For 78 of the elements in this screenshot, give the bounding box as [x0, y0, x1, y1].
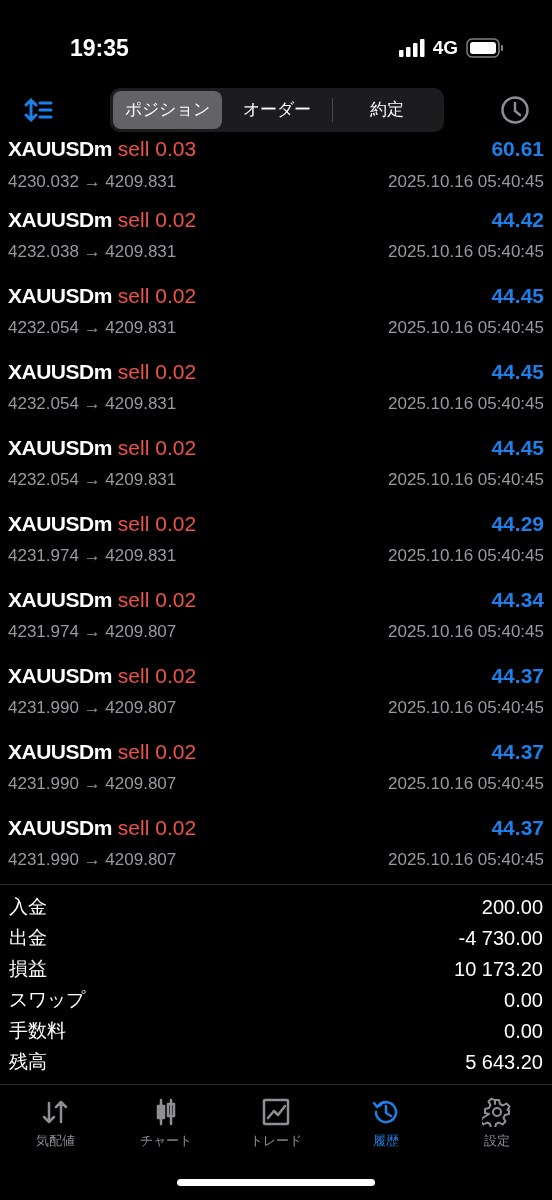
symbol-label: XAUUSDm: [8, 586, 112, 613]
summary-value: 5 643.20: [465, 1050, 543, 1075]
tab-bar-item[interactable]: 設定: [446, 1097, 547, 1151]
deal-time: 2025.10.16 05:40:45: [388, 393, 544, 415]
price-range: 4232.054 → 4209.831: [8, 469, 177, 491]
deal-time: 2025.10.16 05:40:45: [388, 469, 544, 491]
profit-value: 44.29: [491, 510, 544, 537]
symbol-label: XAUUSDm: [8, 206, 112, 233]
price-range: 4232.054 → 4209.831: [8, 317, 177, 339]
symbol-label: XAUUSDm: [8, 510, 112, 537]
deal-time: 2025.10.16 05:40:45: [388, 545, 544, 567]
sort-icon[interactable]: [24, 98, 54, 122]
trade-side: sell 0.02: [117, 206, 197, 233]
battery-icon: [466, 38, 504, 58]
segment-tab[interactable]: ポジション: [113, 91, 223, 129]
profit-value: 44.42: [491, 206, 544, 233]
trade-side: sell 0.02: [117, 662, 197, 689]
summary-label: 入金: [9, 894, 47, 919]
price-range: 4231.974 → 4209.831: [8, 545, 177, 567]
price-range: 4232.038 → 4209.831: [8, 241, 177, 263]
tab-bar-item[interactable]: 気配値: [5, 1097, 106, 1151]
summary-label: スワップ: [9, 987, 85, 1012]
summary-label: 手数料: [9, 1018, 66, 1043]
tab-bar-item[interactable]: トレード: [225, 1097, 326, 1151]
trade-side: sell 0.03: [117, 136, 197, 162]
segment-tab[interactable]: 約定: [332, 91, 441, 129]
deal-time: 2025.10.16 05:40:45: [388, 697, 544, 719]
summary-value: -4 730.00: [458, 926, 543, 951]
symbol-label: XAUUSDm: [8, 662, 112, 689]
price-range: 4230.032 → 4209.831: [8, 170, 177, 193]
trade-side: sell 0.02: [117, 738, 197, 765]
trade-side: sell 0.02: [117, 282, 197, 309]
deal-time: 2025.10.16 05:40:45: [388, 170, 544, 193]
trade-side: sell 0.02: [117, 358, 197, 385]
profit-value: 60.61: [491, 136, 544, 162]
profit-value: 44.37: [491, 662, 544, 689]
profit-value: 44.45: [491, 358, 544, 385]
symbol-label: XAUUSDm: [8, 434, 112, 461]
price-range: 4232.054 → 4209.831: [8, 393, 177, 415]
gear-icon: [481, 1097, 512, 1127]
summary-label: 出金: [9, 925, 47, 950]
profit-value: 44.37: [491, 738, 544, 765]
price-range: 4231.990 → 4209.807: [8, 849, 177, 871]
symbol-label: XAUUSDm: [8, 358, 112, 385]
tab-bar-item[interactable]: チャート: [115, 1097, 216, 1151]
symbol-label: XAUUSDm: [8, 136, 112, 162]
segment-tab[interactable]: オーダー: [222, 91, 332, 129]
summary-value: 0.00: [504, 1019, 543, 1044]
profit-value: 44.37: [491, 814, 544, 841]
deal-time: 2025.10.16 05:40:45: [388, 773, 544, 795]
tab-bar-item[interactable]: 履歴: [336, 1097, 437, 1151]
price-range: 4231.990 → 4209.807: [8, 697, 177, 719]
trade-side: sell 0.02: [117, 586, 197, 613]
summary-value: 0.00: [504, 988, 543, 1013]
price-range: 4231.990 → 4209.807: [8, 773, 177, 795]
symbol-label: XAUUSDm: [8, 738, 112, 765]
line-chart-icon: [260, 1097, 291, 1127]
symbol-label: XAUUSDm: [8, 814, 112, 841]
trade-side: sell 0.02: [117, 434, 197, 461]
profit-value: 44.45: [491, 282, 544, 309]
price-range: 4231.974 → 4209.807: [8, 621, 177, 643]
deal-time: 2025.10.16 05:40:45: [388, 317, 544, 339]
symbol-label: XAUUSDm: [8, 282, 112, 309]
deal-time: 2025.10.16 05:40:45: [388, 241, 544, 263]
deal-time: 2025.10.16 05:40:45: [388, 621, 544, 643]
summary-value: 10 173.20: [454, 957, 543, 982]
profit-value: 44.45: [491, 434, 544, 461]
summary-label: 損益: [9, 956, 47, 981]
signal-icon: [398, 39, 425, 57]
deal-time: 2025.10.16 05:40:45: [388, 849, 544, 871]
trade-side: sell 0.02: [117, 814, 197, 841]
summary-label: 残高: [9, 1049, 47, 1074]
network-label: 4G: [432, 35, 458, 60]
summary-value: 200.00: [481, 895, 543, 920]
clock-icon[interactable]: [500, 95, 530, 125]
profit-value: 44.34: [491, 586, 544, 613]
status-time: 19:35: [70, 33, 129, 63]
trade-side: sell 0.02: [117, 510, 197, 537]
